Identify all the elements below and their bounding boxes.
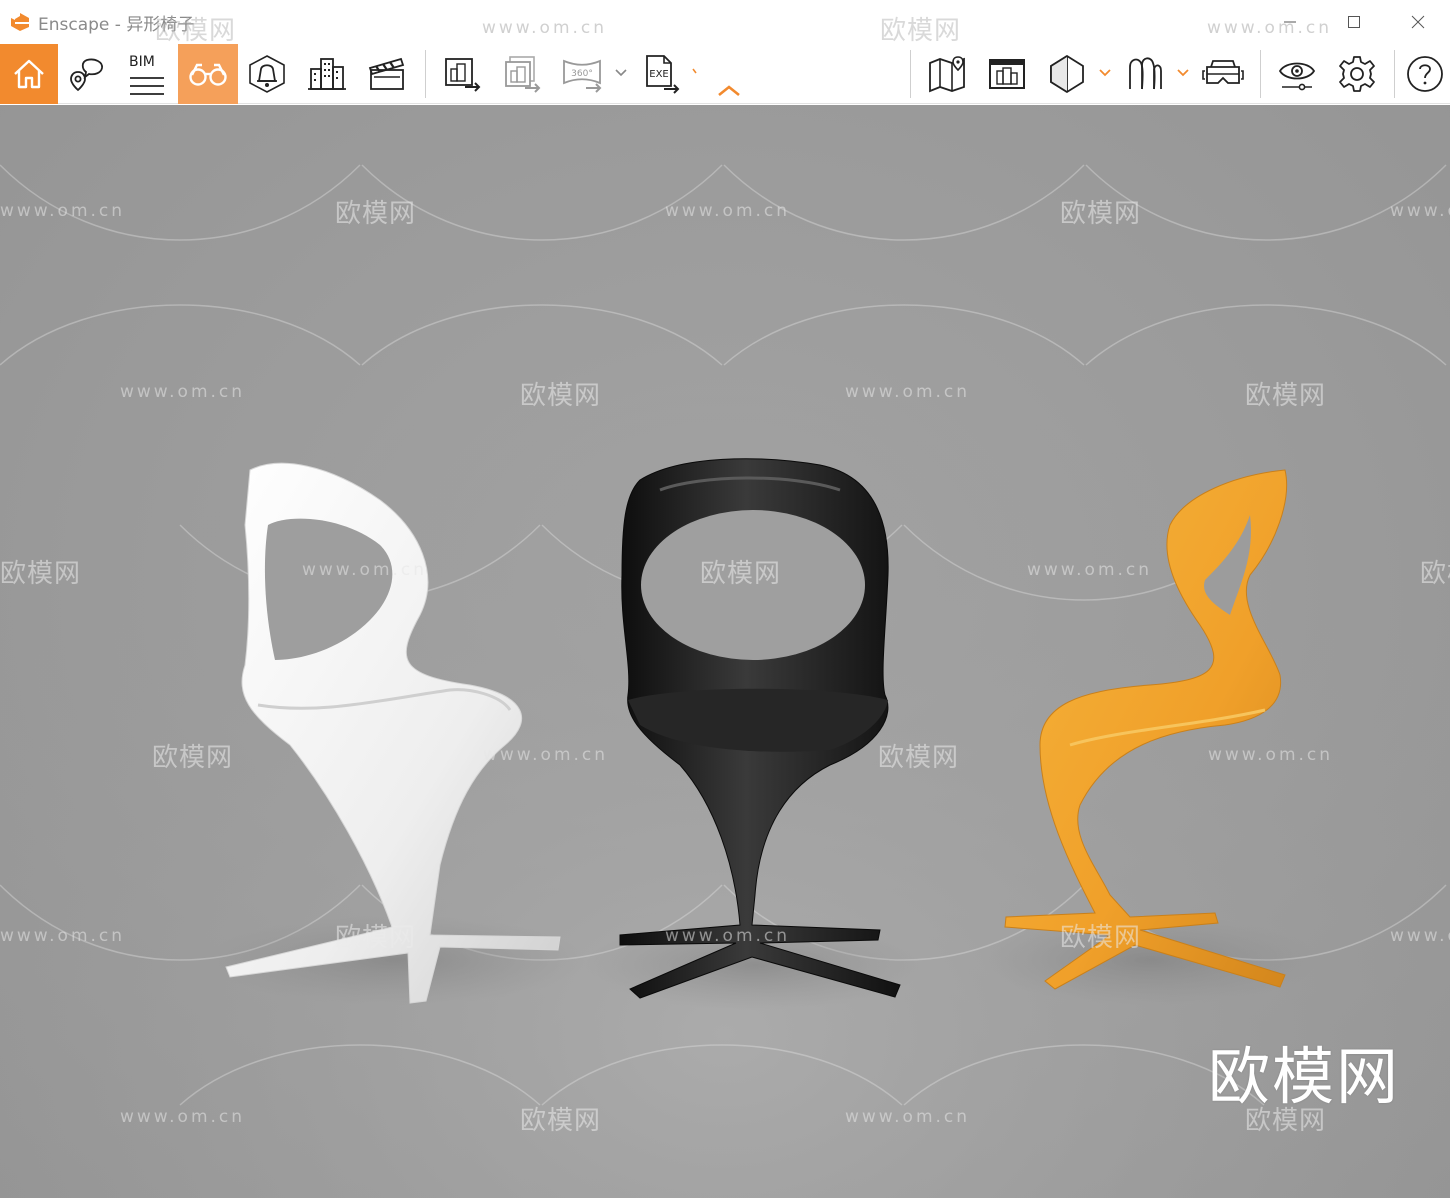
watermark-text: 欧模网	[520, 1106, 602, 1136]
sections-button[interactable]	[1038, 44, 1096, 104]
home-button[interactable]	[0, 44, 58, 104]
watermark-text: 欧模网	[700, 559, 782, 589]
watermark-url: www.om.cn	[120, 1107, 246, 1127]
visual-settings-button[interactable]	[1268, 44, 1326, 104]
watermark-text: 欧模网	[155, 16, 237, 46]
watermark-url: www.om.cn	[665, 926, 791, 946]
buildings-icon	[308, 58, 346, 90]
toolbar-separator	[1394, 50, 1395, 98]
watermark-url: www.om.cn	[665, 201, 791, 221]
watermark-url: www.om.cn	[483, 745, 609, 765]
watermark-text: 欧模网	[1420, 559, 1450, 589]
help-button[interactable]	[1400, 44, 1450, 104]
main-toolbar: BIM 360° EXE	[0, 44, 1450, 104]
material-icon	[1129, 57, 1162, 90]
map-button[interactable]	[918, 44, 976, 104]
render-viewport[interactable]: 欧模网 欧模网 欧模网 欧模网 欧模网 欧模网 欧模网 欧模网 欧模网 欧模网 …	[0, 105, 1450, 1198]
watermark-text: 欧模网	[335, 923, 417, 953]
watermark-url: www.om.cn	[0, 926, 126, 946]
watermark-text: 欧模网	[1245, 381, 1327, 411]
chevron-down-icon[interactable]	[614, 66, 628, 80]
chevron-down-icon[interactable]	[1176, 66, 1190, 80]
atmosphere-button[interactable]	[238, 44, 296, 104]
render-export-icon	[445, 58, 481, 92]
batch-render-icon	[505, 56, 541, 93]
exe-label: EXE	[649, 69, 669, 80]
bell-icon	[249, 55, 285, 93]
location-comment-icon	[70, 58, 103, 92]
walk-mode-button[interactable]	[178, 44, 238, 104]
watermark-url: www.om.cn	[302, 560, 428, 580]
chevron-down-icon[interactable]	[1098, 66, 1112, 80]
watermark-url: www.om.cn	[845, 1107, 971, 1127]
clapperboard-icon	[368, 57, 405, 90]
bim-label: BIM	[129, 54, 155, 70]
exe-export-icon: EXE	[646, 55, 680, 94]
watermark-url: www.om.cn	[1390, 926, 1450, 946]
watermark-text: 欧模网	[878, 743, 960, 773]
toolbar-separator	[1260, 50, 1261, 98]
watermark-text: 欧模网	[520, 381, 602, 411]
watermark-url: www.om.cn	[482, 18, 608, 38]
preview-window-button[interactable]	[978, 44, 1036, 104]
watermark-text: 欧模网	[0, 559, 82, 589]
window-icon	[989, 59, 1025, 89]
gear-icon	[1339, 56, 1375, 92]
watermark-text: 欧模网	[1060, 923, 1142, 953]
help-icon	[1407, 56, 1443, 92]
close-button[interactable]	[1386, 0, 1450, 44]
export-indicator-icon	[692, 68, 697, 74]
vr-headset-icon	[1202, 60, 1244, 84]
watermark-text: 欧模网	[1060, 199, 1142, 229]
section-icon	[1050, 54, 1084, 94]
eye-icon	[1278, 62, 1316, 91]
close-icon	[1411, 15, 1425, 29]
collapse-toolbar-icon[interactable]	[716, 84, 742, 98]
maximize-icon	[1348, 16, 1360, 28]
bim-button[interactable]: BIM	[118, 44, 176, 104]
enscape-logo-icon	[11, 13, 29, 31]
watermark-url: www.om.cn	[120, 382, 246, 402]
watermark-url: www.om.cn	[0, 201, 126, 221]
batch-render-button[interactable]	[493, 44, 551, 104]
brand-watermark: 欧模网	[1207, 1040, 1400, 1113]
watermark-text: 欧模网	[152, 743, 234, 773]
watermark-url: www.om.cn	[1027, 560, 1153, 580]
panorama-button[interactable]: 360°	[553, 44, 611, 104]
video-button[interactable]	[358, 44, 416, 104]
watermark-text: 欧模网	[335, 199, 417, 229]
assets-button[interactable]	[298, 44, 356, 104]
map-icon	[929, 56, 965, 93]
watermark-url: www.om.cn	[1390, 201, 1450, 221]
settings-button[interactable]	[1328, 44, 1386, 104]
watermark-text: 欧模网	[880, 16, 962, 46]
enscape-window: Enscape - 异形椅子 BIM 360° EXE 欧模网 欧模网 欧模网 …	[0, 0, 1450, 1198]
watermark-url: www.om.cn	[1208, 745, 1334, 765]
export-exe-button[interactable]: EXE	[632, 44, 690, 104]
home-icon	[14, 59, 44, 89]
toolbar-separator	[910, 50, 911, 98]
watermark-url: www.om.cn	[845, 382, 971, 402]
materials-button[interactable]	[1116, 44, 1174, 104]
watermark-url: www.om.cn	[1207, 18, 1333, 38]
panorama-icon: 360°	[563, 59, 602, 93]
panorama-label: 360°	[571, 69, 593, 79]
views-button[interactable]	[58, 44, 116, 104]
render-screenshot-button[interactable]	[433, 44, 491, 104]
binoculars-icon	[189, 63, 227, 86]
vr-button[interactable]	[1194, 44, 1252, 104]
toolbar-separator	[425, 50, 426, 98]
